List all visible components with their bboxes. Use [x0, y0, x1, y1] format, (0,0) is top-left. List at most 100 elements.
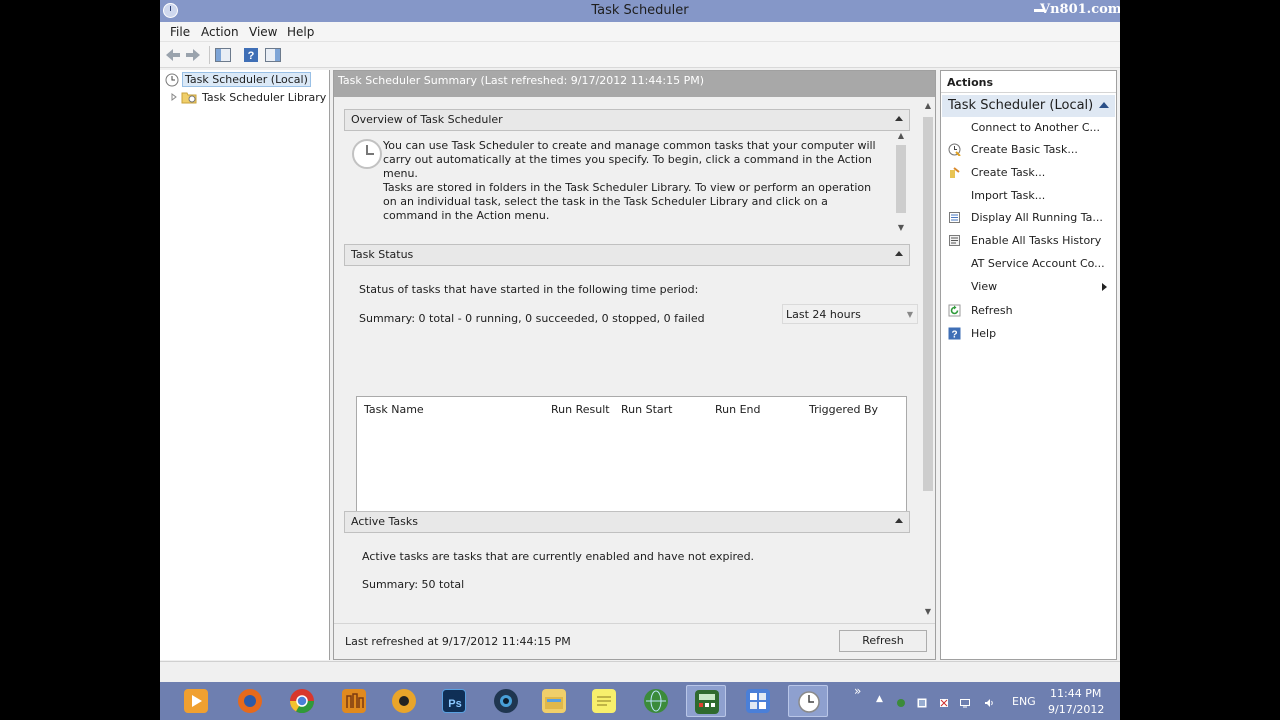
task-scheduler-clock-icon: [352, 139, 382, 169]
scrollbar-thumb[interactable]: [923, 117, 933, 491]
scroll-up-icon[interactable]: ▲: [895, 131, 907, 140]
scroll-down-icon[interactable]: ▼: [895, 223, 907, 232]
tray-overflow-icon[interactable]: ▲: [876, 694, 883, 704]
task-status-section-body: Status of tasks that have started in the…: [344, 266, 918, 520]
back-arrow-icon[interactable]: [164, 46, 182, 64]
svg-text:?: ?: [248, 50, 255, 62]
camera-icon[interactable]: [486, 685, 526, 717]
submenu-arrow-icon: [1102, 283, 1107, 291]
network-globe-icon[interactable]: [636, 685, 676, 717]
task-status-table[interactable]: Task Name Run Result Run Start Run End T…: [356, 396, 907, 520]
task-scheduler-icon[interactable]: [788, 685, 828, 717]
collapse-arrow-icon[interactable]: [895, 116, 903, 121]
folder-icon: [181, 92, 197, 104]
action-center-icon[interactable]: [939, 698, 949, 708]
action-create-task[interactable]: Create Task...: [941, 163, 1116, 183]
summary-header: Task Scheduler Summary (Last refreshed: …: [334, 71, 935, 97]
sticky-notes-icon[interactable]: [584, 685, 624, 717]
title-bar[interactable]: Task Scheduler Vn801.com: [160, 0, 1120, 22]
help-icon[interactable]: ?: [242, 46, 260, 64]
action-help[interactable]: ? Help: [941, 324, 1116, 344]
keyboard-tray-icon[interactable]: [917, 698, 927, 708]
collapse-arrow-icon[interactable]: [895, 251, 903, 256]
action-import-task[interactable]: Import Task...: [941, 186, 1116, 206]
time-period-select[interactable]: Last 24 hours ▼: [782, 304, 918, 324]
menu-help[interactable]: Help: [287, 25, 314, 39]
section-title: Overview of Task Scheduler: [351, 113, 503, 126]
task-status-section-header[interactable]: Task Status: [344, 244, 910, 266]
refresh-button[interactable]: Refresh: [839, 630, 927, 652]
create-basic-task-icon: [948, 143, 961, 156]
action-create-basic-task[interactable]: Create Basic Task...: [941, 140, 1116, 160]
taskbar: Ps » ▲ ENG 11:44 PM 9/17/2012: [160, 682, 1120, 720]
media-player-icon[interactable]: [176, 685, 216, 717]
action-view[interactable]: View: [941, 277, 1116, 297]
expand-arrow-icon[interactable]: [170, 93, 178, 101]
overview-scrollbar[interactable]: ▲ ▼: [895, 131, 907, 235]
chevron-down-icon: ▼: [906, 310, 913, 319]
overview-paragraph: You can use Task Scheduler to create and…: [383, 139, 876, 180]
svg-text:Ps: Ps: [448, 698, 461, 710]
show-hidden-icons-icon[interactable]: »: [854, 684, 861, 698]
language-indicator[interactable]: ENG: [1012, 695, 1036, 708]
main-scrollbar[interactable]: ▲ ▼: [922, 97, 935, 623]
calculator-icon[interactable]: [686, 685, 726, 717]
status-bar: [160, 661, 1120, 682]
running-tasks-icon: [949, 212, 960, 223]
show-hide-action-pane-icon[interactable]: [264, 46, 282, 64]
clock-time[interactable]: 11:44 PM: [1050, 687, 1101, 700]
tree-item-label: Task Scheduler Library: [202, 91, 327, 104]
clock-date[interactable]: 9/17/2012: [1048, 703, 1104, 716]
action-display-all-running-tasks[interactable]: Display All Running Ta...: [941, 208, 1116, 228]
scroll-down-icon[interactable]: ▼: [922, 607, 934, 616]
action-label: Refresh: [971, 304, 1013, 317]
volume-icon[interactable]: [984, 698, 994, 708]
column-header-triggered-by[interactable]: Triggered By: [809, 403, 878, 416]
show-hide-console-tree-icon[interactable]: [214, 46, 232, 64]
column-header-run-result[interactable]: Run Result: [551, 403, 610, 416]
action-label: Import Task...: [971, 189, 1046, 202]
tree-item-label: Task Scheduler (Local): [182, 72, 311, 87]
column-header-run-start[interactable]: Run Start: [621, 403, 672, 416]
scrollbar-thumb[interactable]: [896, 145, 906, 213]
tree-item-task-scheduler-local[interactable]: Task Scheduler (Local): [165, 72, 325, 88]
refresh-icon: [948, 304, 961, 317]
summary-footer: Last refreshed at 9/17/2012 11:44:15 PM …: [334, 623, 935, 659]
menu-view[interactable]: View: [249, 25, 277, 39]
chrome-icon[interactable]: [282, 685, 322, 717]
scroll-up-icon[interactable]: ▲: [922, 101, 934, 110]
toolbar: ?: [160, 42, 1120, 68]
section-title: Task Status: [351, 248, 414, 261]
display-tray-icon[interactable]: [960, 698, 970, 708]
actions-group-task-scheduler-local[interactable]: Task Scheduler (Local): [942, 95, 1115, 117]
action-refresh[interactable]: Refresh: [941, 301, 1116, 321]
desktop: Task Scheduler Vn801.com File Action Vie…: [0, 0, 1280, 720]
action-at-service-account-configuration[interactable]: AT Service Account Co...: [941, 254, 1116, 274]
forward-arrow-icon[interactable]: [184, 46, 202, 64]
overview-section-body: You can use Task Scheduler to create and…: [344, 131, 910, 235]
menu-action[interactable]: Action: [201, 25, 239, 39]
column-header-task-name[interactable]: Task Name: [364, 403, 424, 416]
action-label: Connect to Another C...: [971, 121, 1100, 134]
action-enable-all-tasks-history[interactable]: Enable All Tasks History: [941, 231, 1116, 251]
music-icon[interactable]: [334, 685, 374, 717]
media-center-icon[interactable]: [384, 685, 424, 717]
overview-section-header[interactable]: Overview of Task Scheduler: [344, 109, 910, 131]
tree-item-task-scheduler-library[interactable]: Task Scheduler Library: [170, 90, 330, 106]
file-explorer-icon[interactable]: [534, 685, 574, 717]
toolbar-separator: [209, 46, 210, 64]
action-connect-to-another-computer[interactable]: Connect to Another C...: [941, 118, 1116, 138]
collapse-arrow-icon[interactable]: [895, 518, 903, 523]
active-tasks-description: Active tasks are tasks that are currentl…: [362, 550, 755, 563]
collapse-arrow-icon[interactable]: [1099, 102, 1109, 108]
column-header-run-end[interactable]: Run End: [715, 403, 761, 416]
control-panel-icon[interactable]: [738, 685, 778, 717]
menu-file[interactable]: File: [170, 25, 190, 39]
firefox-icon[interactable]: [230, 685, 270, 717]
window-title: Task Scheduler: [591, 3, 689, 18]
network-tray-icon[interactable]: [896, 698, 906, 708]
watermark: Vn801.com: [1040, 2, 1120, 17]
photoshop-icon[interactable]: Ps: [434, 685, 474, 717]
active-tasks-section-header[interactable]: Active Tasks: [344, 511, 910, 533]
action-label: Display All Running Ta...: [971, 211, 1103, 224]
